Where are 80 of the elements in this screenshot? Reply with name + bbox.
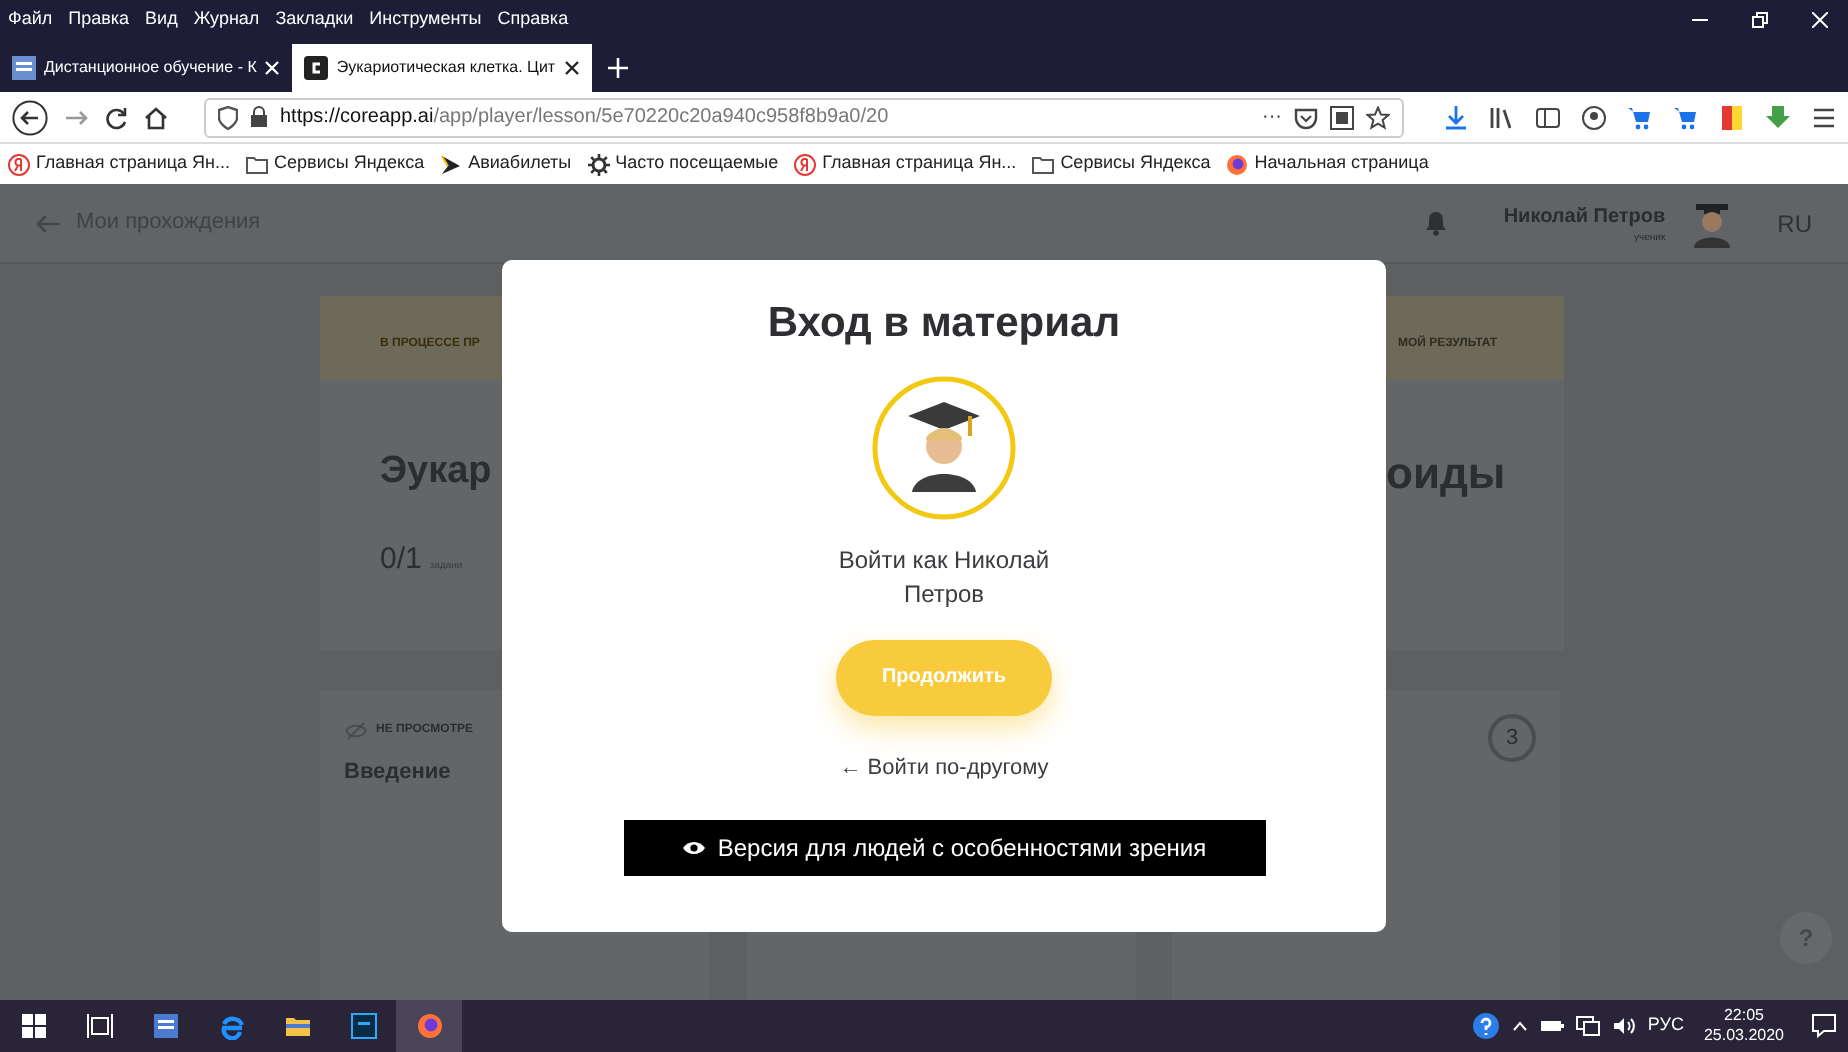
- network-icon[interactable]: [1575, 1016, 1600, 1036]
- folder-icon: [1032, 153, 1055, 175]
- help-icon[interactable]: [1471, 1012, 1500, 1040]
- folder-icon: [246, 153, 269, 175]
- dialog-title: Вход в материал: [767, 298, 1121, 350]
- lesson-title: оиды: [1386, 448, 1506, 498]
- close-icon[interactable]: [563, 60, 580, 76]
- menu-item[interactable]: Закладки: [275, 6, 354, 34]
- home-icon[interactable]: [144, 105, 168, 129]
- eye-icon: [681, 840, 706, 856]
- yandex-icon: [794, 153, 817, 175]
- avatar-icon: [872, 375, 1016, 519]
- bookmark-item[interactable]: Главная страница Ян...: [794, 150, 1017, 178]
- new-tab-icon[interactable]: [607, 58, 628, 78]
- sidebar-icon[interactable]: [1536, 105, 1560, 129]
- tab-label: Дистанционное обучение - К: [44, 56, 257, 80]
- document-icon: [12, 56, 36, 80]
- menu-item[interactable]: Справка: [497, 6, 569, 34]
- restore-icon[interactable]: [1752, 12, 1768, 28]
- menu-item[interactable]: Файл: [8, 6, 53, 34]
- shield-icon: [218, 105, 238, 129]
- menu-icon[interactable]: [1812, 105, 1836, 129]
- browser-tab[interactable]: Эукариотическая клетка. Цит: [292, 44, 592, 92]
- bookmark-label: Главная страница Ян...: [822, 150, 1017, 177]
- bookmark-label: Сервисы Яндекса: [274, 150, 425, 177]
- more-button[interactable]: ···: [1262, 102, 1282, 132]
- firefox-icon[interactable]: [396, 1000, 462, 1052]
- login-as-text: Войти как Николай Петров: [836, 543, 1052, 611]
- bookmark-flag-icon[interactable]: [1720, 105, 1744, 129]
- back-icon[interactable]: [12, 99, 48, 135]
- bookmark-label: Часто посещаемые: [615, 150, 779, 177]
- other-login-link[interactable]: ← Войти по-другому: [839, 751, 1049, 784]
- bookmark-item[interactable]: Сервисы Яндекса: [246, 150, 425, 178]
- bookmark-label: Авиабилеты: [468, 150, 572, 177]
- menu-item[interactable]: Журнал: [193, 6, 260, 34]
- tab-label: Эукариотическая клетка. Цит: [336, 56, 556, 80]
- star-icon[interactable]: [1366, 105, 1390, 129]
- bookmark-item[interactable]: Часто посещаемые: [587, 150, 779, 178]
- library-icon[interactable]: [1490, 105, 1514, 129]
- user-name: Николай Петров: [1503, 204, 1666, 232]
- download-icon[interactable]: [1444, 105, 1468, 129]
- lesson-title: Эукар: [380, 450, 492, 493]
- bookmark-label: Главная страница Ян...: [36, 150, 231, 177]
- bookmark-item[interactable]: Сервисы Яндекса: [1032, 150, 1211, 178]
- speaker-icon[interactable]: [1611, 1016, 1636, 1036]
- bookmark-item[interactable]: Главная страница Ян...: [8, 150, 231, 178]
- logo-icon: [304, 56, 329, 80]
- keyboard-language[interactable]: РУС: [1647, 1012, 1684, 1040]
- menu-item[interactable]: Правка: [68, 6, 130, 34]
- notifications-icon[interactable]: [1812, 1014, 1836, 1038]
- plane-icon: [440, 153, 463, 175]
- firefox-icon: [1226, 153, 1249, 175]
- bookmark-label: Начальная страница: [1254, 150, 1429, 177]
- browser-tab[interactable]: Дистанционное обучение - К: [0, 44, 293, 92]
- bookmark-label: Сервисы Яндекса: [1060, 150, 1211, 177]
- avatar-icon[interactable]: [1689, 199, 1734, 247]
- arrow-left-icon: [36, 213, 60, 233]
- menu-item[interactable]: Инструменты: [369, 6, 482, 34]
- bookmark-item[interactable]: Начальная страница: [1226, 150, 1429, 178]
- reload-icon[interactable]: [104, 105, 128, 129]
- download-arrow-icon[interactable]: [1766, 105, 1790, 129]
- lock-icon: [250, 106, 268, 128]
- clock[interactable]: 22:05 25.03.2020: [1703, 1006, 1784, 1046]
- cart-icon[interactable]: [1674, 105, 1698, 129]
- battery-icon[interactable]: [1539, 1018, 1564, 1034]
- card-title: Введение: [344, 758, 453, 788]
- url-text: https://coreapp.ai/app/player/lesson/5e70220c20a940c958f8b9a0/20: [280, 104, 889, 132]
- bookmark-item[interactable]: Авиабилеты: [440, 150, 572, 178]
- gear-icon: [587, 153, 610, 175]
- chevron-up-icon[interactable]: [1511, 1020, 1528, 1032]
- number-badge: 3: [1488, 714, 1536, 762]
- menu-item[interactable]: Вид: [145, 6, 178, 34]
- address-bar[interactable]: https://coreapp.ai/app/player/lesson/5e70220c20a940c958f8b9a0/20 ···: [204, 97, 1404, 137]
- hidden-eye-icon: [344, 722, 368, 740]
- cart-icon[interactable]: [1628, 105, 1652, 129]
- yandex-icon: [8, 153, 30, 175]
- accessibility-button[interactable]: Версия для людей с особенностями зрения: [623, 820, 1265, 876]
- pocket-icon[interactable]: [1294, 105, 1318, 129]
- progress-count: 0/1: [380, 540, 422, 580]
- forward-icon[interactable]: [64, 105, 88, 129]
